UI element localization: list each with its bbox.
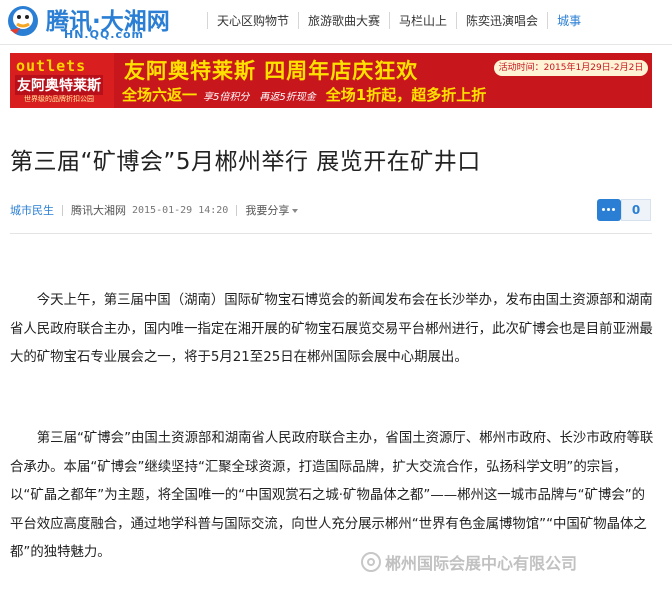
nav-item-travel-song-contest[interactable]: 旅游歌曲大赛 <box>298 11 389 29</box>
banner-promos: 全场六返一 享5倍积分 再返5折现金 全场1折起，超多折上折 <box>122 84 492 106</box>
ad-banner[interactable]: outlets 友阿奥特莱斯 世界级的品牌折扣公园 友阿奥特莱斯 四周年店庆狂欢… <box>10 53 652 108</box>
article-paragraph: 今天上午，第三届中国（湖南）国际矿物宝石博览会的新闻发布会在长沙举办，发布由国土… <box>10 293 653 365</box>
article-paragraph: 第三届“矿博会”由国土资源部和湖南省人民政府联合主办，省国土资源厅、郴州市政府、… <box>10 431 654 560</box>
logo-domain: HN.QQ.com <box>64 28 145 41</box>
banner-promo-3: 全场1折起，超多折上折 <box>325 86 487 104</box>
comment-button[interactable]: 0 <box>597 199 652 223</box>
banner-brand-logo: outlets 友阿奥特莱斯 世界级的品牌折扣公园 <box>10 53 114 108</box>
banner-promo-2-sub: 再返5折现金 <box>259 92 316 103</box>
site-logo[interactable]: 腾讯·大湘网 HN.QQ.com <box>6 2 196 41</box>
watermark-text: 郴州国际会展中心有限公司 <box>385 554 578 573</box>
header-divider <box>0 44 672 45</box>
nav-item-city-news[interactable]: 城事 <box>547 11 590 29</box>
banner-promo-1: 全场六返一 <box>122 86 198 104</box>
nav-item-malanshan[interactable]: 马栏山上 <box>389 11 456 29</box>
comment-bubble-icon <box>597 199 621 221</box>
banner-date: 活动时间：2015年1月29日-2月2日 <box>494 60 648 76</box>
meta-divider-line <box>10 233 652 234</box>
share-label: 我要分享 <box>245 204 290 217</box>
banner-title: 友阿奥特莱斯 四周年店庆狂欢 <box>124 59 419 83</box>
qq-penguin-icon <box>8 6 38 36</box>
meta-divider <box>62 204 63 216</box>
banner-brand-cn: 友阿奥特莱斯 <box>15 75 103 95</box>
share-dropdown[interactable]: 我要分享 <box>245 202 299 218</box>
wechat-logo-icon <box>361 552 381 572</box>
banner-brand-en: outlets <box>16 57 87 75</box>
site-header: 腾讯·大湘网 HN.QQ.com 天心区购物节 旅游歌曲大赛 马栏山上 陈奕迅演… <box>0 0 672 44</box>
comment-count: 0 <box>621 199 651 221</box>
banner-promo-1-sub: 享5倍积分 <box>203 92 250 103</box>
nav-item-shopping-festival[interactable]: 天心区购物节 <box>207 11 298 29</box>
article-timestamp: 2015-01-29 14:20 <box>132 204 229 216</box>
article-source: 腾讯大湘网 <box>71 204 126 217</box>
top-nav: 天心区购物节 旅游歌曲大赛 马栏山上 陈奕迅演唱会 城事 <box>207 8 590 32</box>
banner-brand-tagline: 世界级的品牌折扣公园 <box>24 95 94 103</box>
watermark: 郴州国际会展中心有限公司 <box>361 548 657 576</box>
chevron-down-icon <box>292 209 299 213</box>
article-category-link[interactable]: 城市民生 <box>10 202 54 218</box>
meta-divider <box>236 204 238 216</box>
article-title: 第三届“矿博会”5月郴州举行 展览开在矿井口 <box>10 149 481 175</box>
nav-item-eason-concert[interactable]: 陈奕迅演唱会 <box>456 11 547 29</box>
article-meta: 城市民生 腾讯大湘网 2015-01-29 14:20 我要分享 <box>10 202 299 218</box>
